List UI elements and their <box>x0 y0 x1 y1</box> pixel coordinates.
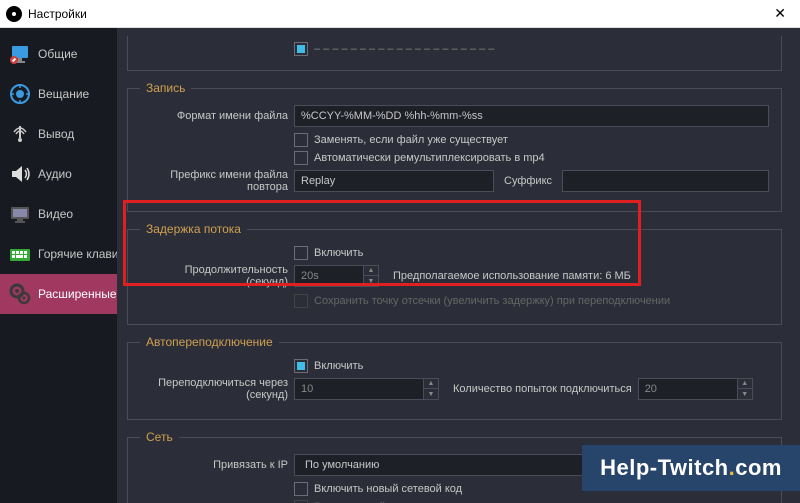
retry-delay-label: Переподключиться через (секунд) <box>140 377 288 401</box>
sidebar-item-stream[interactable]: Вещание <box>0 74 117 114</box>
sidebar-label: Аудио <box>38 167 72 181</box>
delay-enable-checkbox[interactable] <box>294 246 308 260</box>
overwrite-label: Заменять, если файл уже существует <box>314 134 508 146</box>
output-icon <box>8 122 32 146</box>
audio-icon <box>8 162 32 186</box>
sidebar-label: Горячие клавиши <box>38 247 117 261</box>
main-panel: – – – – – – – – – – – – – – – – – – – – … <box>117 28 800 503</box>
max-retries-up[interactable]: ▲ <box>738 379 752 389</box>
titlebar: Настройки ✕ <box>0 0 800 28</box>
partial-label: – – – – – – – – – – – – – – – – – – – – <box>314 43 494 55</box>
partial-top-section: – – – – – – – – – – – – – – – – – – – – <box>127 36 782 71</box>
duration-up[interactable]: ▲ <box>364 266 378 276</box>
new-netcode-label: Включить новый сетевой код <box>314 483 462 495</box>
recording-legend: Запись <box>140 81 191 95</box>
sidebar-label: Общие <box>38 47 77 61</box>
checkbox-partial[interactable] <box>294 42 308 56</box>
remux-checkbox[interactable] <box>294 151 308 165</box>
suffix-input[interactable] <box>562 170 769 192</box>
filename-format-input[interactable] <box>294 105 769 127</box>
sidebar-label: Расширенные <box>38 287 117 301</box>
reconnect-enable-checkbox[interactable] <box>294 359 308 373</box>
window-title: Настройки <box>28 7 766 21</box>
duration-label: Продолжительность (секунд) <box>140 264 288 288</box>
replay-prefix-label: Префикс имени файла повтора <box>140 169 288 193</box>
sidebar: Общие Вещание Вывод Аудио Видео Горячие … <box>0 28 117 503</box>
sidebar-item-output[interactable]: Вывод <box>0 114 117 154</box>
network-legend: Сеть <box>140 430 179 444</box>
preserve-label: Сохранить точку отсечки (увеличить задер… <box>314 295 670 307</box>
max-retries-input[interactable] <box>638 378 738 400</box>
sidebar-label: Вывод <box>38 127 74 141</box>
suffix-label: Суффикс <box>504 175 552 187</box>
close-button[interactable]: ✕ <box>766 5 794 22</box>
sidebar-label: Вещание <box>38 87 89 101</box>
replay-prefix-input[interactable] <box>294 170 494 192</box>
video-icon <box>8 202 32 226</box>
sidebar-item-hotkeys[interactable]: Горячие клавиши <box>0 234 117 274</box>
general-icon <box>8 42 32 66</box>
app-icon <box>6 6 22 22</box>
hotkeys-icon <box>8 242 32 266</box>
retry-delay-up[interactable]: ▲ <box>424 379 438 389</box>
watermark: Help-Twitch.com <box>582 445 800 491</box>
retry-delay-input[interactable] <box>294 378 424 400</box>
new-netcode-checkbox[interactable] <box>294 482 308 496</box>
recording-section: Запись Формат имени файла Заменять, если… <box>127 81 782 212</box>
sidebar-label: Видео <box>38 207 73 221</box>
memory-usage-text: Предполагаемое использование памяти: 6 М… <box>393 270 631 282</box>
preserve-checkbox <box>294 294 308 308</box>
max-retries-label: Количество попыток подключиться <box>453 383 632 395</box>
sidebar-item-video[interactable]: Видео <box>0 194 117 234</box>
stream-icon <box>8 82 32 106</box>
delay-legend: Задержка потока <box>140 222 247 236</box>
reconnect-enable-label: Включить <box>314 360 363 372</box>
delay-enable-label: Включить <box>314 247 363 259</box>
reconnect-section: Автопереподключение Включить Переподключ… <box>127 335 782 420</box>
duration-down[interactable]: ▼ <box>364 276 378 286</box>
sidebar-item-advanced[interactable]: Расширенные <box>0 274 117 314</box>
advanced-icon <box>8 282 32 306</box>
filename-format-label: Формат имени файла <box>140 110 288 122</box>
reconnect-legend: Автопереподключение <box>140 335 279 349</box>
remux-label: Автоматически ремультиплексировать в mp4 <box>314 152 545 164</box>
sidebar-item-audio[interactable]: Аудио <box>0 154 117 194</box>
bind-ip-label: Привязать к IP <box>140 459 288 471</box>
sidebar-item-general[interactable]: Общие <box>0 34 117 74</box>
retry-delay-down[interactable]: ▼ <box>424 389 438 399</box>
overwrite-checkbox[interactable] <box>294 133 308 147</box>
max-retries-down[interactable]: ▼ <box>738 389 752 399</box>
duration-input[interactable] <box>294 265 364 287</box>
stream-delay-section: Задержка потока Включить Продолжительнос… <box>127 222 782 325</box>
